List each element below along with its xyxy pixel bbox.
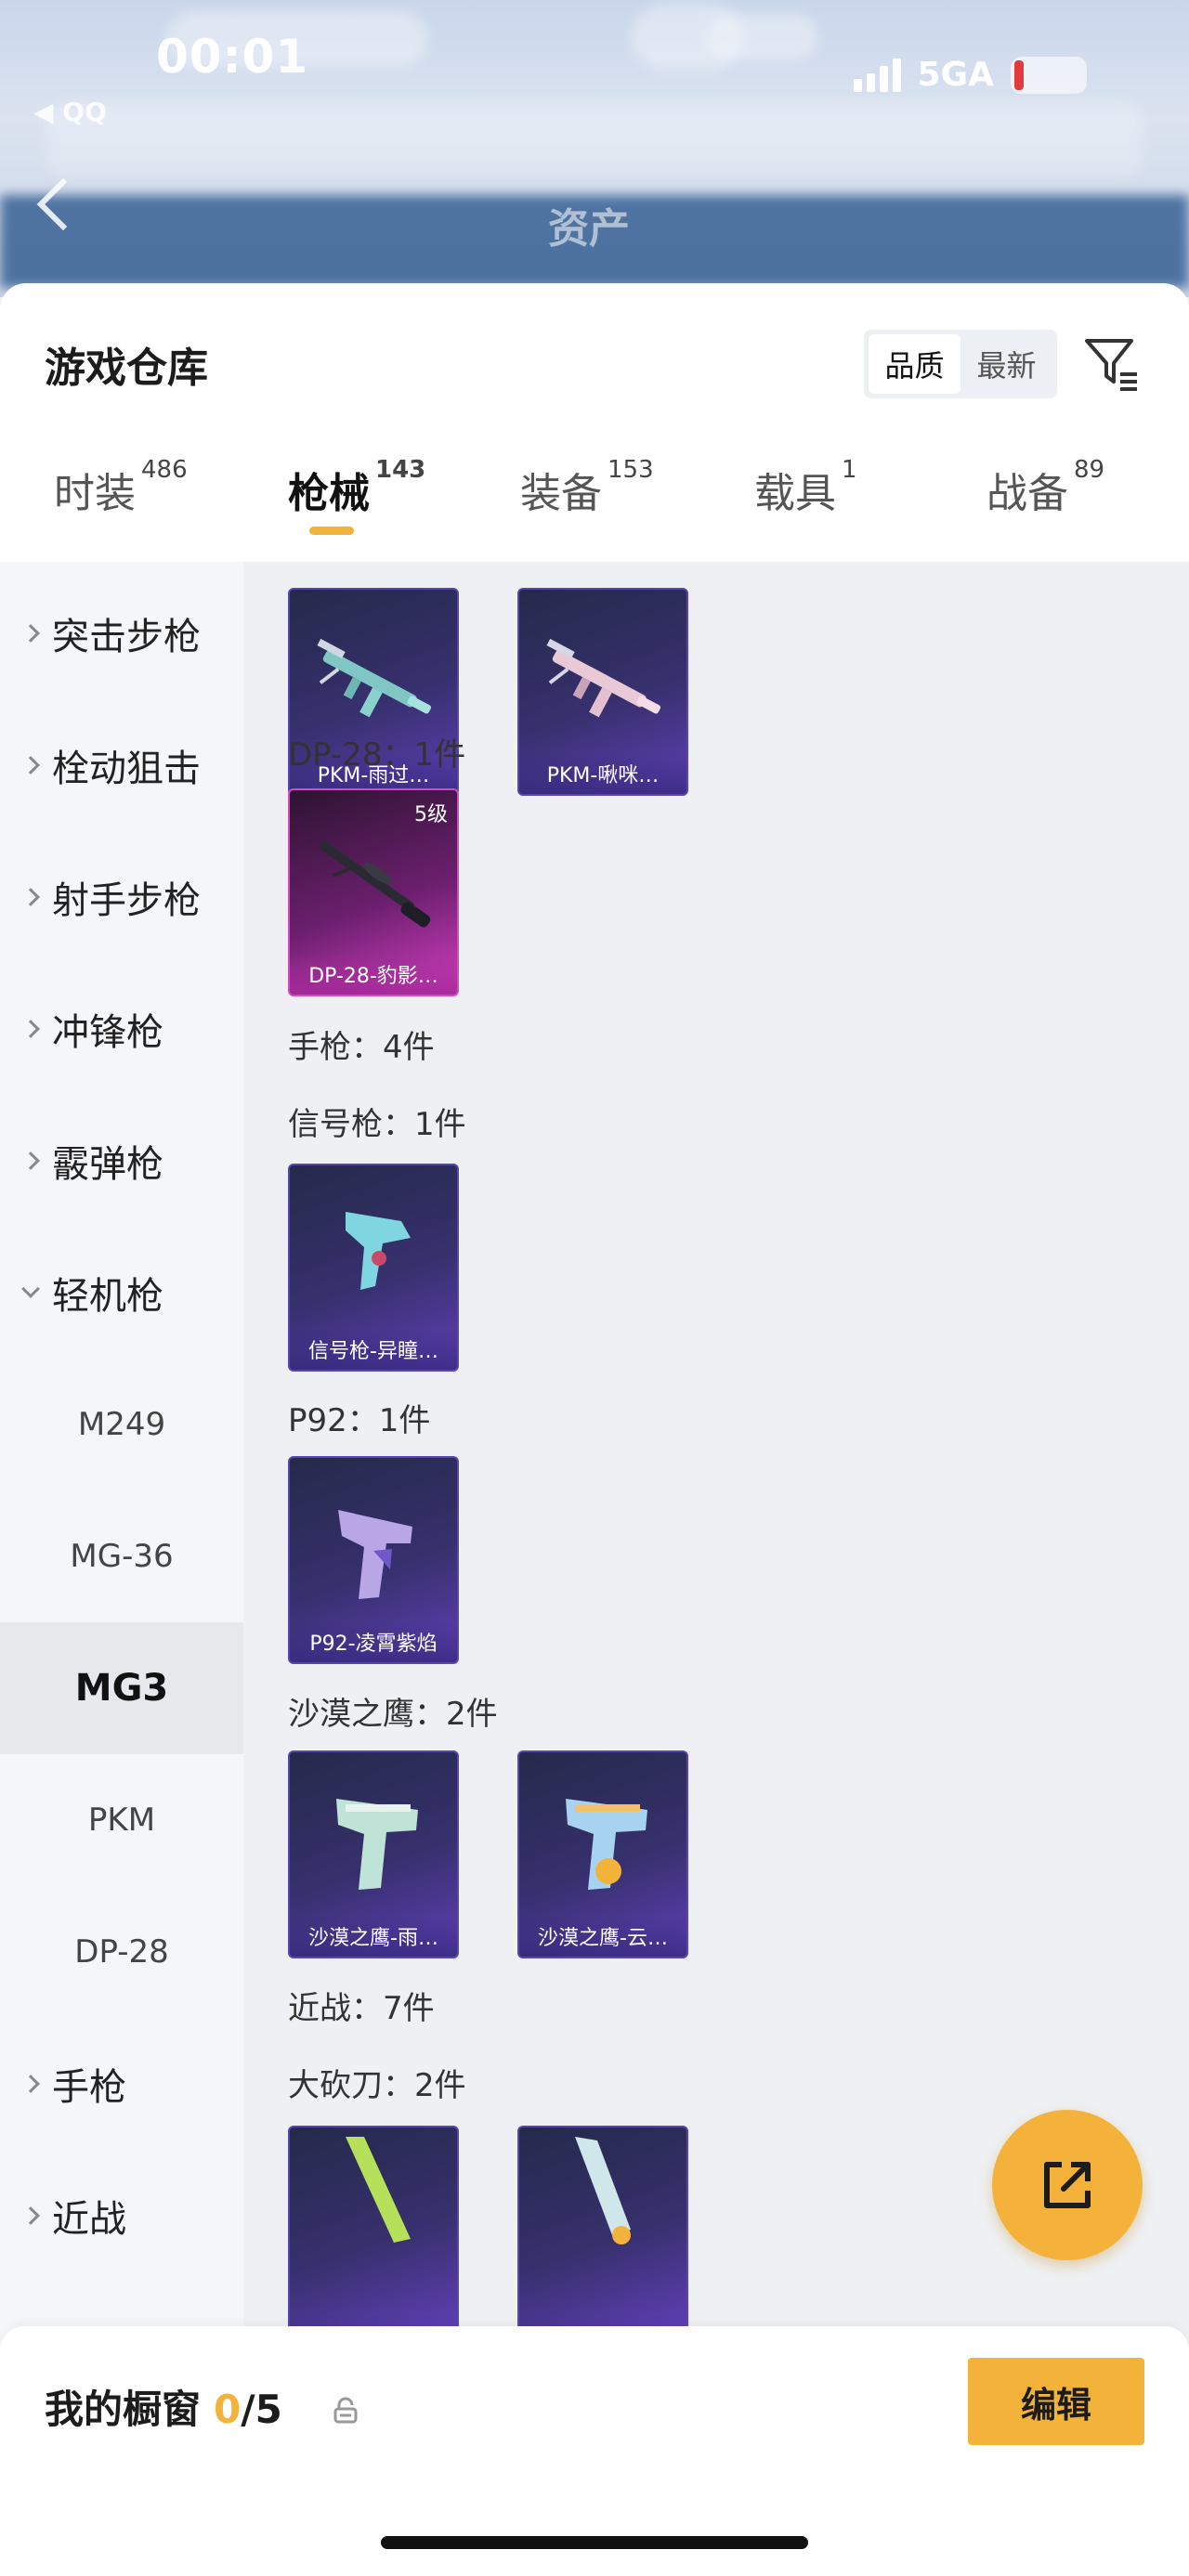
sidebar-subitem-dp28[interactable]: DP-28 xyxy=(0,1886,243,2018)
sidebar-item-melee[interactable]: 近战 xyxy=(0,2150,243,2282)
chevron-right-icon xyxy=(21,2075,40,2093)
item-card[interactable] xyxy=(288,2126,459,2334)
sidebar-item-label: 近战 xyxy=(52,2198,126,2241)
chevron-right-icon xyxy=(21,1151,40,1170)
sidebar-item-label: 轻机枪 xyxy=(52,1275,163,1318)
tab-label: 时装 xyxy=(54,470,136,517)
sidebar-item-bolt-sniper[interactable]: 栓动狙击 xyxy=(0,699,243,831)
edit-button[interactable]: 编辑 xyxy=(968,2358,1144,2445)
item-card[interactable]: 5级 DP-28-豹影… xyxy=(288,788,459,996)
sort-newest-button[interactable]: 最新 xyxy=(960,334,1052,394)
group-label: 信号枪：1件 xyxy=(288,1106,466,1143)
group-label: 沙漠之鹰：2件 xyxy=(288,1696,498,1733)
tab-label: 载具 xyxy=(754,470,836,517)
sidebar-item-shotgun[interactable]: 霰弹枪 xyxy=(0,1095,243,1227)
sidebar-subitem-m249[interactable]: M249 xyxy=(0,1359,243,1490)
sort-toggle: 品质 最新 xyxy=(864,330,1057,398)
item-list: PKM-雨过… PKM-啾咪… DP-28：1件 5级 DP-28-豹影… 手枪… xyxy=(243,562,1189,2576)
sidebar-item-label: 射手步枪 xyxy=(52,879,201,922)
item-name: 信号枪-异瞳… xyxy=(290,1329,457,1370)
network-label: 5GA xyxy=(917,56,994,94)
item-card[interactable]: P92-凌霄紫焰 xyxy=(288,1456,459,1664)
showcase-label: 我的橱窗 xyxy=(45,2387,202,2432)
sidebar-item-assault-rifle[interactable]: 突击步枪 xyxy=(0,567,243,699)
tab-battle-gear[interactable]: 战备 89 xyxy=(986,456,1104,519)
signal-icon xyxy=(853,58,901,92)
battery-icon xyxy=(1011,56,1087,94)
sort-quality-button[interactable]: 品质 xyxy=(869,334,960,394)
lock-icon xyxy=(333,2397,358,2424)
tab-count: 143 xyxy=(375,456,426,484)
item-name: DP-28-豹影… xyxy=(290,954,457,995)
chevron-right-icon xyxy=(21,624,40,643)
item-card[interactable]: 沙漠之鹰-雨… xyxy=(288,1750,459,1958)
chevron-right-icon xyxy=(21,2206,40,2225)
home-indicator[interactable] xyxy=(381,2536,808,2549)
sidebar-item-label: 冲锋枪 xyxy=(52,1011,163,1054)
machete-icon xyxy=(575,2137,631,2244)
group-label: P92：1件 xyxy=(288,1402,431,1439)
sidebar-item-marksman-rifle[interactable]: 射手步枪 xyxy=(0,831,243,963)
sidebar-item-smg[interactable]: 冲锋枪 xyxy=(0,963,243,1095)
background-header: 00:01 ◀ QQ 5GA 资产 xyxy=(0,0,1189,297)
tab-equipment[interactable]: 装备 153 xyxy=(520,456,654,519)
sidebar-item-label: 突击步枪 xyxy=(52,616,201,658)
item-name: P92-凌霄紫焰 xyxy=(290,1621,457,1662)
share-button[interactable] xyxy=(992,2110,1143,2260)
sheet-title: 游戏仓库 xyxy=(45,345,208,392)
back-to-app-link[interactable]: ◀ QQ xyxy=(33,97,107,127)
item-card[interactable]: 信号枪-异瞳… xyxy=(288,1164,459,1372)
page-title: 资产 xyxy=(548,205,630,253)
sidebar-item-label: 霰弹枪 xyxy=(52,1143,163,1186)
tab-count: 1 xyxy=(842,456,857,484)
category-sidebar: 突击步枪 栓动狙击 射手步枪 冲锋枪 霰弹枪 轻机枪 M249 MG-36 MG… xyxy=(0,562,243,2576)
active-tab-indicator xyxy=(309,527,354,535)
showcase-counter: 我的橱窗 0 /5 xyxy=(45,2378,282,2435)
item-level-badge: 5级 xyxy=(414,803,448,826)
tab-label: 战备 xyxy=(986,470,1068,517)
item-card[interactable] xyxy=(517,2126,688,2334)
item-card[interactable]: PKM-啾咪… xyxy=(517,588,688,796)
filter-icon[interactable] xyxy=(1079,330,1144,395)
sidebar-subitem-mg36[interactable]: MG-36 xyxy=(0,1490,243,1622)
status-icons: 5GA xyxy=(853,56,1087,94)
chevron-down-icon xyxy=(21,1280,40,1298)
tab-label: 装备 xyxy=(520,470,602,517)
group-label: 大砍刀：2件 xyxy=(288,2067,466,2104)
showcase-total: /5 xyxy=(241,2387,282,2432)
chevron-right-icon xyxy=(21,888,40,906)
sidebar-item-lmg[interactable]: 轻机枪 xyxy=(0,1227,243,1359)
group-label: DP-28：1件 xyxy=(288,736,466,774)
sidebar-item-label: 手枪 xyxy=(52,2066,126,2109)
category-tabs: 时装 486 枪械 143 装备 153 载具 1 战备 89 xyxy=(0,456,1189,562)
tab-firearms[interactable]: 枪械 143 xyxy=(288,456,425,519)
chevron-right-icon xyxy=(21,1020,40,1038)
sidebar-subitem-mg3[interactable]: MG3 xyxy=(0,1622,243,1754)
chevron-right-icon xyxy=(21,756,40,774)
tab-vehicles[interactable]: 载具 1 xyxy=(754,456,857,519)
item-name: 沙漠之鹰-云… xyxy=(519,1916,686,1957)
tab-count: 89 xyxy=(1074,456,1105,484)
machete-icon xyxy=(346,2137,411,2243)
group-label: 手枪：4件 xyxy=(288,1029,435,1066)
sidebar-item-label: 栓动狙击 xyxy=(52,748,201,790)
tab-fashion[interactable]: 时装 486 xyxy=(54,456,188,519)
showcase-current: 0 xyxy=(214,2387,242,2432)
item-name: 沙漠之鹰-雨… xyxy=(290,1916,457,1957)
item-card[interactable]: 沙漠之鹰-云… xyxy=(517,1750,688,1958)
tab-count: 153 xyxy=(608,456,654,484)
tab-label: 枪械 xyxy=(288,470,370,517)
sidebar-subitem-pkm[interactable]: PKM xyxy=(0,1754,243,1886)
status-time: 00:01 xyxy=(156,30,309,84)
sidebar-item-pistol[interactable]: 手枪 xyxy=(0,2018,243,2150)
item-name: PKM-啾咪… xyxy=(519,753,686,794)
tab-count: 486 xyxy=(141,456,188,484)
group-label: 近战：7件 xyxy=(288,1990,435,2027)
share-icon xyxy=(1044,2162,1091,2208)
